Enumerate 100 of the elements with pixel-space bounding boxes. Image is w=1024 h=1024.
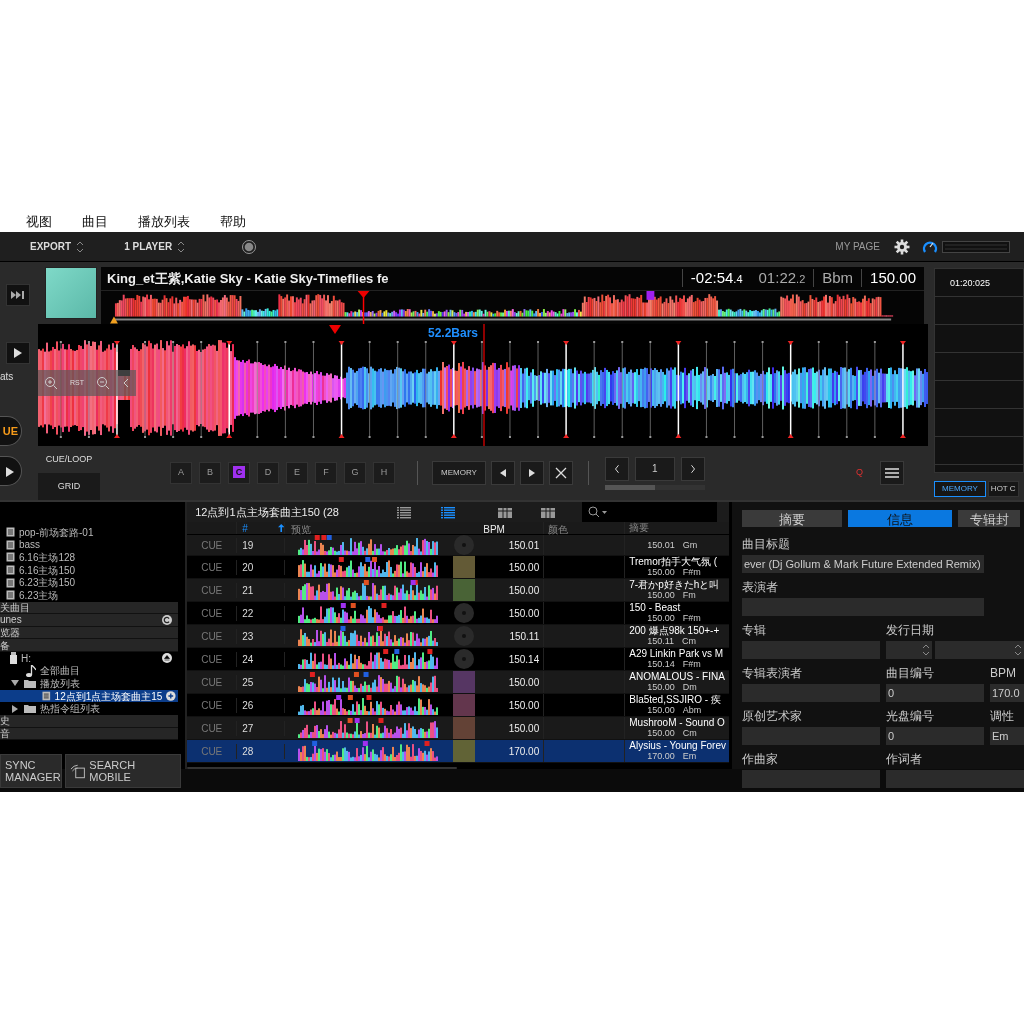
hot-cue-button[interactable]: G bbox=[344, 462, 366, 484]
my-page-link[interactable]: MY PAGE bbox=[835, 239, 880, 254]
track-row[interactable]: CUE 22 150.00 150 - Beast 150.00 F#m bbox=[187, 602, 729, 625]
updown-arrows-icon[interactable] bbox=[76, 239, 85, 254]
updown-arrows-icon[interactable] bbox=[1014, 643, 1022, 657]
text-field[interactable] bbox=[742, 641, 880, 659]
info-tab[interactable]: 专辑封 bbox=[958, 510, 1020, 527]
track-row[interactable]: CUE 19 150.01 150.01 Gm bbox=[187, 535, 729, 556]
record-icon[interactable] bbox=[241, 238, 258, 255]
memory-button[interactable]: MEMORY bbox=[432, 461, 486, 485]
chevron-left-icon[interactable] bbox=[613, 462, 620, 475]
sort-ascending-icon[interactable] bbox=[277, 523, 285, 533]
column-header[interactable]: 摘要 bbox=[629, 522, 650, 533]
playlist-item[interactable]: bass bbox=[19, 537, 178, 553]
text-field[interactable]: Em bbox=[990, 727, 1024, 745]
text-field[interactable]: 0 bbox=[886, 684, 984, 702]
search-field[interactable] bbox=[582, 502, 717, 522]
list-view-icon[interactable] bbox=[441, 505, 456, 519]
playlist-item[interactable]: pop-前场套路-01 bbox=[19, 524, 178, 540]
hot-cue-button[interactable]: F bbox=[315, 462, 337, 484]
text-field[interactable] bbox=[742, 727, 880, 745]
memory-cue-time[interactable]: 01:20:025 bbox=[950, 278, 991, 288]
grid-view-icon[interactable] bbox=[498, 505, 513, 519]
add-icon[interactable] bbox=[166, 691, 176, 701]
text-field[interactable] bbox=[886, 770, 1024, 788]
expand-arrow-icon[interactable] bbox=[10, 704, 20, 713]
play-pause-button[interactable] bbox=[0, 456, 22, 486]
track-row[interactable]: CUE 25 150.00 ANOMALOUS - FINA 150.00 Dm bbox=[187, 671, 729, 694]
menu-item[interactable]: 播放列表 bbox=[138, 211, 190, 231]
column-header[interactable]: 预览 bbox=[291, 522, 312, 534]
menu-item[interactable]: 帮助 bbox=[220, 211, 246, 231]
text-field[interactable] bbox=[742, 598, 984, 616]
loop-length-field[interactable]: 1 bbox=[634, 456, 675, 481]
hot-cue-button[interactable]: H bbox=[373, 462, 395, 484]
info-tab[interactable]: 摘要 bbox=[742, 510, 842, 527]
search-mobile-button[interactable]: SEARCH MOBILE bbox=[65, 754, 181, 789]
track-row[interactable]: CUE 21 150.00 7-君かp好きたhと叫 150.00 Fm bbox=[187, 579, 729, 602]
text-field[interactable]: 170.0 bbox=[990, 684, 1024, 702]
hot-cue-button[interactable]: A bbox=[170, 462, 192, 484]
settings-icon[interactable] bbox=[894, 238, 910, 255]
skip-forward-button[interactable] bbox=[6, 284, 30, 306]
player-selector[interactable]: 1 PLAYER bbox=[124, 239, 186, 254]
text-field[interactable] bbox=[742, 770, 880, 788]
next-icon[interactable] bbox=[526, 468, 537, 478]
next-cue-button[interactable] bbox=[519, 461, 544, 485]
track-row[interactable]: CUE 26 150.00 Bla5ted,SSJIRO - 疾 150.00 Abm bbox=[187, 694, 729, 717]
text-field[interactable]: ever (Dj Gollum & Mark Future Extended Remix) bbox=[742, 555, 984, 573]
mode-tab[interactable]: GRID bbox=[38, 473, 100, 500]
grid-view-icon[interactable] bbox=[541, 505, 556, 519]
zoom-out-icon[interactable] bbox=[96, 376, 110, 390]
hot-cue-button[interactable]: D bbox=[257, 462, 279, 484]
sidebar-item[interactable]: H: bbox=[21, 650, 158, 666]
waveform-drawing[interactable] bbox=[38, 324, 928, 446]
export-selector[interactable]: EXPORT bbox=[30, 239, 85, 254]
search-icon[interactable] bbox=[588, 506, 609, 518]
chevron-right-icon[interactable] bbox=[689, 462, 696, 475]
play-button[interactable] bbox=[6, 342, 30, 364]
sync-icon[interactable] bbox=[162, 614, 172, 625]
collapse-icon[interactable] bbox=[122, 377, 130, 389]
playlist-item[interactable]: 6.16主场150 bbox=[19, 562, 178, 578]
memory-panel-tab[interactable]: HOT C bbox=[987, 481, 1019, 497]
menu-icon[interactable] bbox=[885, 467, 899, 479]
play-icon[interactable] bbox=[13, 348, 23, 358]
hot-cue-button[interactable]: B bbox=[199, 462, 221, 484]
sidebar-section[interactable]: 音 bbox=[0, 725, 178, 741]
hot-cue-button[interactable]: C bbox=[228, 462, 250, 484]
track-row[interactable]: CUE 24 150.14 A29 Linkin Park vs M 150.14 F#m bbox=[187, 648, 729, 671]
menu-item[interactable]: 曲目 bbox=[82, 211, 108, 231]
sync-manager-button[interactable]: SYNC MANAGER bbox=[0, 754, 62, 789]
menu-item[interactable]: 视图 bbox=[26, 211, 52, 231]
cue-button[interactable]: UE bbox=[0, 416, 22, 446]
track-row[interactable]: CUE 23 150.11 200 爆点98k 150+-+ 150.11 Cm bbox=[187, 625, 729, 648]
expand-arrow-icon[interactable] bbox=[10, 679, 20, 688]
sidebar-section[interactable]: 览器 bbox=[0, 625, 178, 641]
horizontal-scrollbar[interactable] bbox=[187, 767, 458, 769]
column-header[interactable]: # bbox=[242, 520, 248, 536]
close-icon[interactable] bbox=[554, 467, 567, 479]
sidebar-section[interactable]: 史 bbox=[0, 713, 178, 729]
updown-arrows-icon[interactable] bbox=[177, 239, 186, 254]
zoom-in-icon[interactable] bbox=[44, 376, 58, 390]
track-row[interactable]: CUE 28 170.00 Alysius - Young Forev 170.00 Em bbox=[187, 740, 729, 763]
menu-button[interactable] bbox=[880, 461, 904, 485]
sidebar-section[interactable]: 备 bbox=[0, 637, 178, 653]
date-field[interactable] bbox=[886, 641, 933, 659]
hot-cue-button[interactable]: E bbox=[286, 462, 308, 484]
updown-arrows-icon[interactable] bbox=[922, 643, 931, 657]
track-row[interactable]: CUE 20 150.00 Tremor拍手大气氛 ( 150.00 F#m bbox=[187, 556, 729, 579]
sidebar-section[interactable]: 关曲目 bbox=[0, 599, 178, 615]
track-row[interactable]: CUE 27 150.00 MushrooM - Sound O 150.00 Cm bbox=[187, 717, 729, 740]
date-field[interactable] bbox=[935, 641, 1024, 659]
skip-forward-icon[interactable] bbox=[11, 291, 25, 299]
text-field[interactable]: 0 bbox=[886, 727, 984, 745]
previous-cue-button[interactable] bbox=[490, 461, 515, 485]
playlist-item[interactable]: 6.16主场128 bbox=[19, 550, 178, 565]
column-header[interactable]: 颜色 bbox=[548, 524, 569, 535]
column-header[interactable]: BPM bbox=[483, 524, 505, 535]
text-field[interactable] bbox=[742, 684, 880, 702]
memory-panel-tab[interactable]: MEMORY bbox=[934, 481, 986, 497]
eject-icon[interactable] bbox=[162, 653, 172, 664]
list-view-icon[interactable] bbox=[397, 505, 412, 519]
